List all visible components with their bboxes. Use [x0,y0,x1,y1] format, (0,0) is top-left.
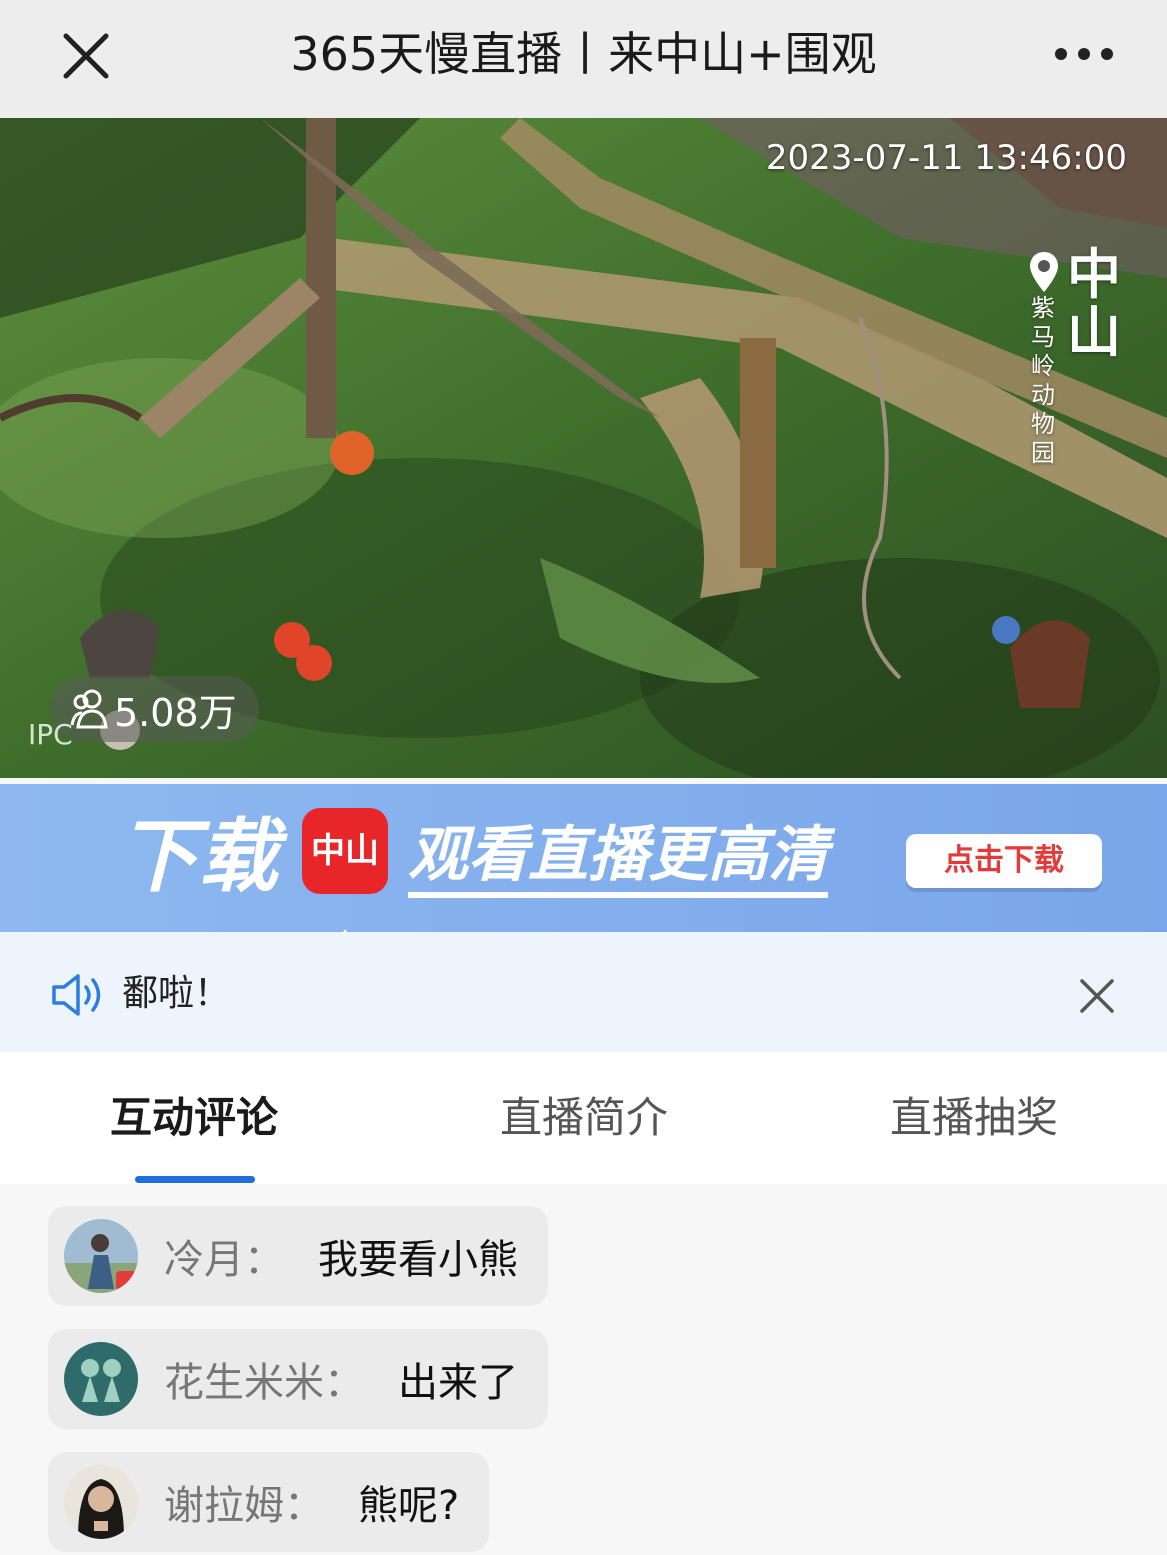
avatar-image [64,1342,138,1416]
banner-download-text: 下载 [118,810,278,903]
download-button[interactable]: 点击下载 [906,834,1102,888]
notice-text: 鄱啦！ [122,973,231,1014]
comment-author: 冷月： [164,1237,284,1283]
comment-item: 冷月： 我要看小熊 [48,1206,548,1306]
tab-bar: 互动评论 直播简介 直播抽奖 [0,1052,1167,1184]
banner-slogan: 观看直播更高清 [408,820,828,898]
comment-text: 熊呢? [358,1483,460,1529]
location-place: 紫马岭动物园 [1031,294,1055,467]
top-navigation-bar: 365天慢直播丨来中山+围观 [0,0,1167,118]
speaker-icon [52,974,101,1016]
video-timestamp: 2023-07-11 13:46:00 [765,138,1127,178]
close-icon[interactable] [1079,978,1115,1014]
avatar-image [64,1465,138,1539]
comment-author: 花生米米： [164,1360,364,1406]
avatar-image [64,1219,138,1293]
more-dots-icon[interactable] [1049,34,1119,74]
location-pin-icon [1030,252,1058,292]
tab-comments[interactable]: 互动评论 [110,1090,278,1146]
avatar [64,1465,138,1539]
page-title: 365天慢直播丨来中山+围观 [290,27,877,81]
avatar [64,1342,138,1416]
tab-lottery[interactable]: 直播抽奖 [890,1090,1058,1146]
app-logo-name: 中山 [311,831,379,871]
viewer-count-badge: 5.08万 [50,676,259,742]
camera-label: IPC [28,718,73,751]
tab-introduction[interactable]: 直播简介 [500,1090,668,1146]
app-logo: 中山 + [302,808,388,932]
comment-list: 冷月： 我要看小熊 花生米米： 出来了 谢拉姆： 熊呢? [0,1184,1167,1555]
location-city: 中山 [1067,243,1121,364]
live-video-player[interactable]: 2023-07-11 13:46:00 中山 紫马岭动物园 5.08万 IPC [0,118,1167,778]
location-watermark: 中山 紫马岭动物园 [1027,246,1127,606]
comment-author: 谢拉姆： [164,1483,324,1529]
viewer-count: 5.08万 [114,690,237,735]
comment-item: 谢拉姆： 熊呢? [48,1452,490,1552]
active-tab-indicator [135,1176,255,1183]
close-icon[interactable] [56,26,116,86]
comment-text: 我要看小熊 [318,1237,518,1283]
comment-text: 出来了 [398,1360,518,1406]
avatar [64,1219,138,1293]
app-logo-plus: + [335,923,355,932]
download-app-banner[interactable]: 下载 中山 + 观看直播更高清 点击下载 [0,784,1167,932]
comment-item: 花生米米： 出来了 [48,1329,548,1429]
viewers-icon [70,689,108,729]
notice-bar: 鄱啦！ [0,932,1167,1052]
